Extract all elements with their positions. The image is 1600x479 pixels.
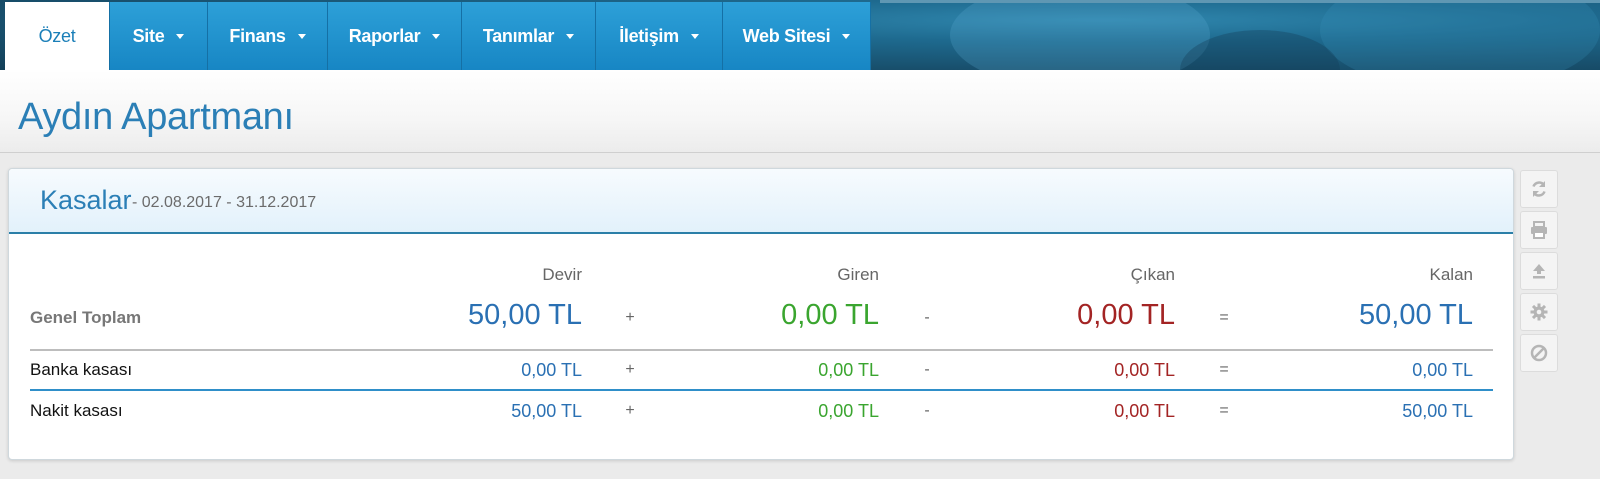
chevron-down-icon bbox=[176, 33, 185, 39]
operator-equals: = bbox=[1219, 361, 1229, 378]
refresh-icon bbox=[1532, 181, 1546, 197]
total-kalan: 50,00 TL bbox=[1359, 299, 1473, 331]
total-devir: 50,00 TL bbox=[468, 299, 582, 331]
nav-item-label: Finans bbox=[229, 25, 286, 46]
kasa-row-devir: 50,00 TL bbox=[511, 401, 582, 421]
settings-button[interactable] bbox=[1520, 293, 1558, 331]
chevron-down-icon bbox=[690, 33, 699, 39]
panel-date-range: - 02.08.2017 - 31.12.2017 bbox=[132, 194, 317, 211]
gear-icon bbox=[1530, 303, 1548, 321]
kasa-row-cikan: 0,00 TL bbox=[1114, 360, 1175, 380]
export-icon bbox=[1533, 264, 1545, 279]
nav-item-site[interactable]: Site bbox=[110, 2, 208, 70]
divider-highlight bbox=[30, 389, 1493, 391]
disable-button[interactable] bbox=[1520, 334, 1558, 372]
kasa-row-kalan: 0,00 TL bbox=[1412, 360, 1473, 380]
nav-item-finans[interactable]: Finans bbox=[208, 2, 328, 70]
panel-tools bbox=[1520, 170, 1558, 375]
panel-header: Kasalar - 02.08.2017 - 31.12.2017 bbox=[9, 169, 1513, 234]
column-header-cikan: Çıkan bbox=[1130, 265, 1175, 284]
kasa-row-devir: 0,00 TL bbox=[521, 360, 582, 380]
operator-equals: = bbox=[1219, 309, 1229, 326]
disable-icon bbox=[1530, 344, 1548, 362]
nav-item-raporlar[interactable]: Raporlar bbox=[328, 2, 462, 70]
operator-plus: + bbox=[625, 402, 635, 419]
nav-item-label: İletişim bbox=[619, 25, 679, 46]
panel-title: Kasalar bbox=[40, 185, 132, 215]
column-header-kalan: Kalan bbox=[1429, 265, 1473, 284]
nav-item-tanimlar[interactable]: Tanımlar bbox=[462, 2, 596, 70]
nav-item-label: Site bbox=[132, 25, 165, 46]
header-top-line bbox=[880, 0, 1600, 3]
chevron-down-icon bbox=[297, 33, 306, 39]
nav-item-ozet[interactable]: Özet bbox=[5, 2, 110, 70]
nav-item-label: Tanımlar bbox=[482, 25, 555, 46]
operator-equals: = bbox=[1219, 402, 1229, 419]
operator-minus: - bbox=[924, 402, 930, 419]
total-cikan: 0,00 TL bbox=[1077, 299, 1175, 331]
operator-minus: - bbox=[924, 361, 930, 378]
kasa-row-label: Banka kasası bbox=[30, 360, 133, 379]
kasa-row-label: Nakit kasası bbox=[30, 401, 123, 420]
kasa-row-kalan: 50,00 TL bbox=[1402, 401, 1473, 421]
operator-minus: - bbox=[924, 309, 930, 326]
chevron-down-icon bbox=[432, 33, 441, 39]
kasa-row-cikan: 0,00 TL bbox=[1114, 401, 1175, 421]
main-nav: Özet Site Finans Raporlar Tanımlar İleti… bbox=[5, 2, 871, 70]
divider bbox=[30, 349, 1493, 351]
kasalar-panel: Kasalar - 02.08.2017 - 31.12.2017 Devir … bbox=[8, 168, 1514, 460]
top-header: Özet Site Finans Raporlar Tanımlar İleti… bbox=[0, 0, 1600, 110]
column-header-giren: Giren bbox=[837, 265, 879, 284]
chevron-down-icon bbox=[842, 33, 851, 39]
page-title-bar: Aydın Apartmanı bbox=[0, 70, 1600, 153]
nav-item-label: Raporlar bbox=[348, 25, 421, 46]
operator-plus: + bbox=[625, 361, 635, 378]
kasa-row-giren: 0,00 TL bbox=[818, 401, 879, 421]
total-giren: 0,00 TL bbox=[781, 299, 879, 331]
nav-item-web-sitesi[interactable]: Web Sitesi bbox=[723, 2, 871, 70]
nav-item-iletisim[interactable]: İletişim bbox=[596, 2, 723, 70]
page-title: Aydın Apartmanı bbox=[18, 96, 294, 138]
kasa-row-giren: 0,00 TL bbox=[818, 360, 879, 380]
operator-plus: + bbox=[625, 309, 635, 326]
chevron-down-icon bbox=[566, 33, 575, 39]
print-button[interactable] bbox=[1520, 211, 1558, 249]
print-icon bbox=[1531, 221, 1547, 239]
nav-item-label: Özet bbox=[38, 25, 76, 46]
refresh-button[interactable] bbox=[1520, 170, 1558, 208]
total-label: Genel Toplam bbox=[30, 308, 142, 327]
column-header-devir: Devir bbox=[542, 265, 582, 284]
export-button[interactable] bbox=[1520, 252, 1558, 290]
nav-item-label: Web Sitesi bbox=[742, 25, 831, 46]
